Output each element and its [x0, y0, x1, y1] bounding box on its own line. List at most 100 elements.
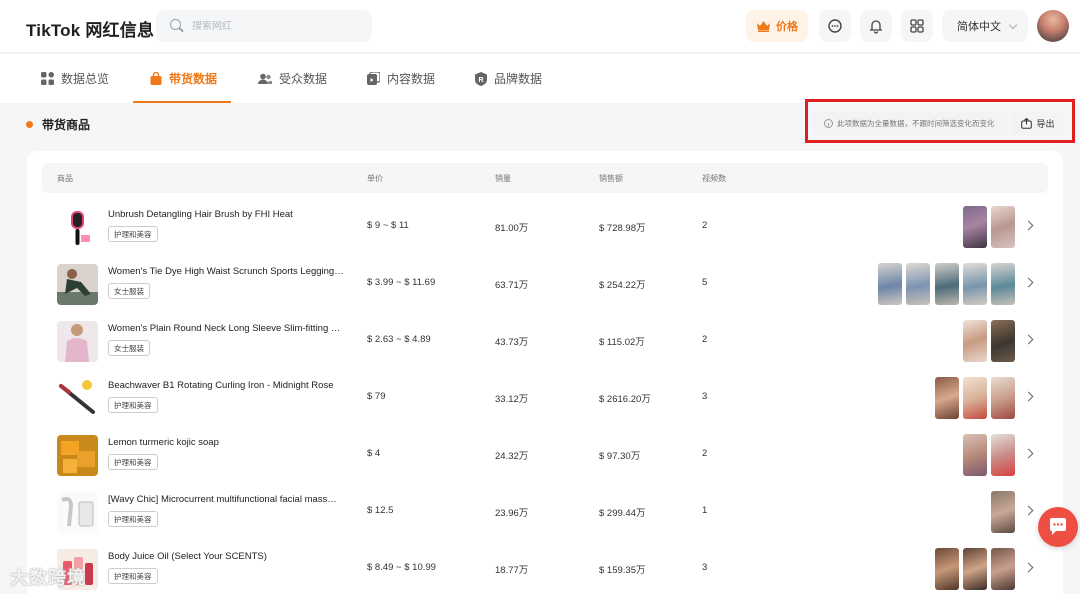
video-thumbnail[interactable] — [991, 263, 1015, 305]
product-thumbnail[interactable] — [57, 207, 98, 248]
tab-audience[interactable]: 受众数据 — [258, 54, 327, 103]
table-row[interactable]: Women's Tie Dye High Waist Scrunch Sport… — [27, 257, 1063, 314]
apps-button[interactable] — [901, 10, 933, 42]
language-select[interactable]: 简体中文 — [942, 10, 1028, 42]
sales-cell: 33.12万 — [495, 394, 529, 405]
tab-content[interactable]: 内容数据 — [367, 54, 435, 103]
top-header: TikTok 网红信息 价格 简体中文 — [0, 0, 1080, 53]
table-row[interactable]: [Wavy Chic] Microcurrent multifunctional… — [27, 485, 1063, 542]
category-tag: 护理和美容 — [108, 226, 158, 242]
product-name[interactable]: Body Juice Oil (Select Your SCENTS) — [108, 551, 348, 562]
product-thumbnail[interactable] — [57, 492, 98, 533]
category-tag: 护理和美容 — [108, 397, 158, 413]
table-row[interactable]: Beachwaver B1 Rotating Curling Iron - Mi… — [27, 371, 1063, 428]
column-header-price: 单价 — [367, 174, 383, 183]
search-input[interactable] — [192, 20, 362, 32]
chat-bubble-icon — [1050, 518, 1066, 535]
price-cell: $ 3.99 ~ $ 11.69 — [367, 277, 436, 288]
column-header-revenue: 销售额 — [599, 174, 623, 183]
product-thumbnail[interactable] — [57, 264, 98, 305]
videos-cell: 2 — [702, 448, 708, 459]
column-header-sales: 销量 — [495, 174, 511, 183]
tab-sales[interactable]: 带货数据 — [133, 54, 231, 103]
price-cell: $ 4 — [367, 448, 381, 459]
video-thumbnail[interactable] — [991, 320, 1015, 362]
column-header-product: 商品 — [57, 174, 73, 183]
chevron-right-icon[interactable] — [1023, 448, 1034, 459]
videos-cell: 3 — [702, 391, 708, 402]
export-button[interactable]: 导出 — [1012, 111, 1064, 135]
video-thumbnail[interactable] — [878, 263, 902, 305]
video-thumbnail[interactable] — [963, 377, 987, 419]
chevron-right-icon[interactable] — [1023, 220, 1034, 231]
category-tag: 护理和美容 — [108, 454, 158, 470]
video-thumbnail[interactable] — [991, 434, 1015, 476]
video-thumbnail[interactable] — [935, 263, 959, 305]
tab-brand[interactable]: R 品牌数据 — [475, 54, 542, 103]
tab-label: 内容数据 — [387, 72, 436, 86]
video-thumbnail[interactable] — [963, 206, 987, 248]
category-tag: 护理和美容 — [108, 568, 158, 584]
search-icon — [170, 19, 184, 33]
category-tag: 女士服装 — [108, 283, 150, 299]
video-thumbnail[interactable] — [963, 548, 987, 590]
category-tag: 女士服装 — [108, 340, 150, 356]
chat-bubble-icon — [828, 19, 842, 33]
message-button[interactable] — [819, 10, 851, 42]
app-logo[interactable]: TikTok 网红信息 — [26, 16, 154, 41]
chevron-right-icon[interactable] — [1023, 505, 1034, 516]
notification-button[interactable] — [860, 10, 892, 42]
video-thumbnail[interactable] — [963, 320, 987, 362]
product-thumbnail[interactable] — [57, 435, 98, 476]
videos-cell: 2 — [702, 220, 708, 231]
watermark: 大数跨境 — [10, 568, 86, 588]
category-tag: 护理和美容 — [108, 511, 158, 527]
price-cell: $ 12.5 — [367, 505, 394, 516]
product-name[interactable]: [Wavy Chic] Microcurrent multifunctional… — [108, 494, 348, 505]
table-row[interactable]: Women's Plain Round Neck Long Sleeve Sli… — [27, 314, 1063, 371]
info-icon — [824, 118, 833, 128]
crown-icon — [757, 21, 770, 32]
sales-cell: 23.96万 — [495, 508, 529, 519]
table-row[interactable]: Unbrush Detangling Hair Brush by FHI Hea… — [27, 200, 1063, 257]
revenue-cell: $ 299.44万 — [599, 508, 646, 519]
product-name[interactable]: Unbrush Detangling Hair Brush by FHI Hea… — [108, 209, 348, 220]
product-name[interactable]: Beachwaver B1 Rotating Curling Iron - Mi… — [108, 380, 348, 391]
video-thumbnail[interactable] — [991, 491, 1015, 533]
video-thumbnail[interactable] — [991, 377, 1015, 419]
product-thumbnail[interactable] — [57, 321, 98, 362]
videos-cell: 3 — [702, 562, 708, 573]
price-label: 价格 — [776, 21, 798, 33]
price-cell: $ 79 — [367, 391, 386, 402]
video-thumbnail[interactable] — [963, 263, 987, 305]
product-name[interactable]: Lemon turmeric kojic soap — [108, 437, 348, 448]
search-box[interactable] — [156, 10, 372, 42]
chevron-right-icon[interactable] — [1023, 562, 1034, 573]
apps-grid-icon — [910, 19, 924, 33]
price-cell: $ 2.63 ~ $ 4.89 — [367, 334, 431, 345]
export-label: 导出 — [1036, 118, 1055, 129]
column-header-videos: 视频数 — [702, 174, 726, 183]
video-thumbnail[interactable] — [935, 548, 959, 590]
product-name[interactable]: Women's Tie Dye High Waist Scrunch Sport… — [108, 266, 348, 277]
video-thumbnail[interactable] — [991, 206, 1015, 248]
table-row[interactable]: Lemon turmeric kojic soap 护理和美容 $ 4 24.3… — [27, 428, 1063, 485]
tab-label: 品牌数据 — [494, 72, 543, 86]
chevron-right-icon[interactable] — [1023, 277, 1034, 288]
chevron-right-icon[interactable] — [1023, 334, 1034, 345]
video-thumbnail[interactable] — [906, 263, 930, 305]
user-avatar[interactable] — [1037, 10, 1069, 42]
product-name[interactable]: Women's Plain Round Neck Long Sleeve Sli… — [108, 323, 348, 334]
chevron-right-icon[interactable] — [1023, 391, 1034, 402]
video-thumbnail[interactable] — [991, 548, 1015, 590]
video-thumbnail[interactable] — [963, 434, 987, 476]
chat-support-button[interactable] — [1038, 507, 1078, 547]
price-button[interactable]: 价格 — [746, 10, 808, 42]
tab-overview[interactable]: 数据总览 — [41, 54, 109, 103]
table-row[interactable]: Body Juice Oil (Select Your SCENTS) 护理和美… — [27, 542, 1063, 594]
sales-cell: 18.77万 — [495, 565, 529, 576]
video-thumbnail[interactable] — [935, 377, 959, 419]
product-thumbnail[interactable] — [57, 378, 98, 419]
shopping-bag-icon — [150, 72, 162, 85]
export-icon — [1021, 117, 1033, 129]
